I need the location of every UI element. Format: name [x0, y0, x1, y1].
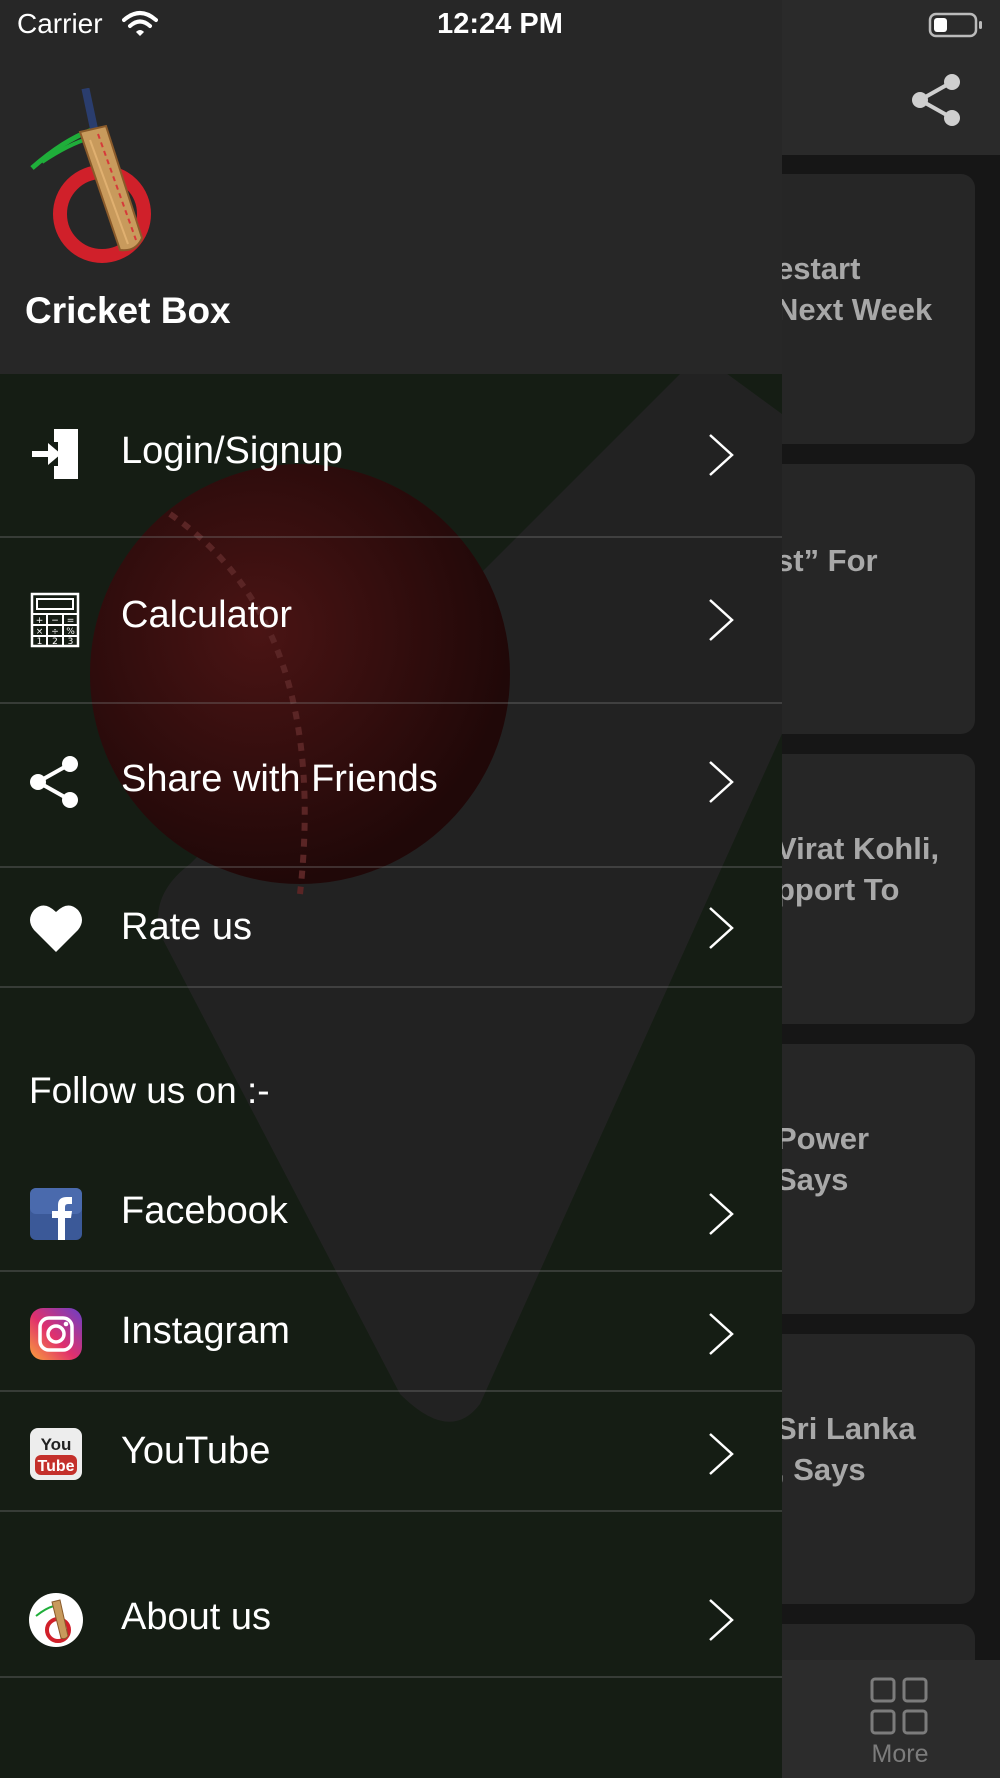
menu-item-label: YouTube: [121, 1430, 271, 1472]
news-card-title: Virat Kohli, pport To: [776, 831, 940, 907]
app-name: Cricket Box: [25, 290, 231, 331]
menu-item-label: Calculator: [121, 594, 293, 636]
facebook-icon: [30, 1188, 82, 1240]
menu-item-instagram[interactable]: Instagram: [0, 1272, 782, 1392]
menu-item-label: About us: [121, 1596, 271, 1638]
svg-text:%: %: [66, 627, 75, 637]
menu-item-label: Facebook: [121, 1190, 288, 1232]
menu-item-label: Rate us: [121, 906, 252, 948]
news-card-title: Sri Lanka , Says: [776, 1411, 916, 1487]
status-time: 12:24 PM: [437, 8, 563, 40]
svg-text:−: −: [51, 616, 59, 626]
grid-icon[interactable]: [868, 1675, 930, 1737]
menu-item-rate[interactable]: Rate us: [0, 868, 782, 988]
svg-text:Tube: Tube: [37, 1458, 74, 1475]
drawer-header: Cricket Box: [0, 0, 782, 374]
chevron-right-icon: [709, 761, 734, 803]
chevron-right-icon: [709, 1193, 734, 1235]
share-icon: [30, 756, 78, 808]
chevron-right-icon: [709, 434, 734, 476]
svg-text:÷: ÷: [51, 627, 59, 637]
svg-text:2: 2: [52, 637, 58, 647]
cricket-box-logo: [30, 88, 151, 263]
chevron-right-icon: [709, 907, 734, 949]
news-card-title: Power Says: [776, 1121, 870, 1197]
status-bar: Carrier 12:24 PM: [0, 0, 1000, 50]
battery-icon: [928, 12, 982, 38]
menu-item-label: Share with Friends: [121, 758, 438, 800]
menu-item-label: Login/Signup: [121, 430, 343, 472]
navigation-drawer: Cricket Box Login/Signup + − = × ÷% 123 Cal…: [0, 0, 782, 1778]
svg-text:1: 1: [37, 637, 43, 647]
svg-text:=: =: [67, 616, 75, 626]
chevron-right-icon: [709, 1433, 734, 1475]
follow-us-heading: Follow us on :-: [29, 1070, 270, 1111]
menu-item-facebook[interactable]: Facebook: [0, 1152, 782, 1272]
chevron-right-icon: [709, 599, 734, 641]
cricket-box-logo-icon: [29, 1593, 83, 1647]
share-icon[interactable]: [908, 72, 964, 128]
news-card-title: estart Next Week: [776, 251, 933, 327]
menu-item-about[interactable]: About us: [0, 1512, 782, 1678]
svg-text:You: You: [41, 1435, 72, 1454]
menu-item-youtube[interactable]: You Tube YouTube: [0, 1392, 782, 1512]
menu-item-login[interactable]: Login/Signup: [0, 374, 782, 538]
menu-item-share[interactable]: Share with Friends: [0, 704, 782, 868]
chevron-right-icon: [709, 1313, 734, 1355]
menu-item-calculator[interactable]: + − = × ÷% 123 Calculator: [0, 538, 782, 704]
login-icon: [32, 429, 78, 479]
instagram-icon: [30, 1308, 82, 1360]
youtube-icon: You Tube: [30, 1428, 82, 1480]
svg-text:×: ×: [36, 627, 44, 637]
news-card-title: st” For: [776, 543, 878, 578]
menu-item-label: Instagram: [121, 1310, 290, 1352]
tab-more-label[interactable]: More: [860, 1740, 940, 1769]
heart-icon: [30, 905, 82, 952]
chevron-right-icon: [709, 1599, 734, 1641]
calculator-icon: + − = × ÷% 123: [30, 592, 80, 648]
svg-text:+: +: [36, 616, 44, 626]
svg-text:3: 3: [68, 637, 74, 647]
